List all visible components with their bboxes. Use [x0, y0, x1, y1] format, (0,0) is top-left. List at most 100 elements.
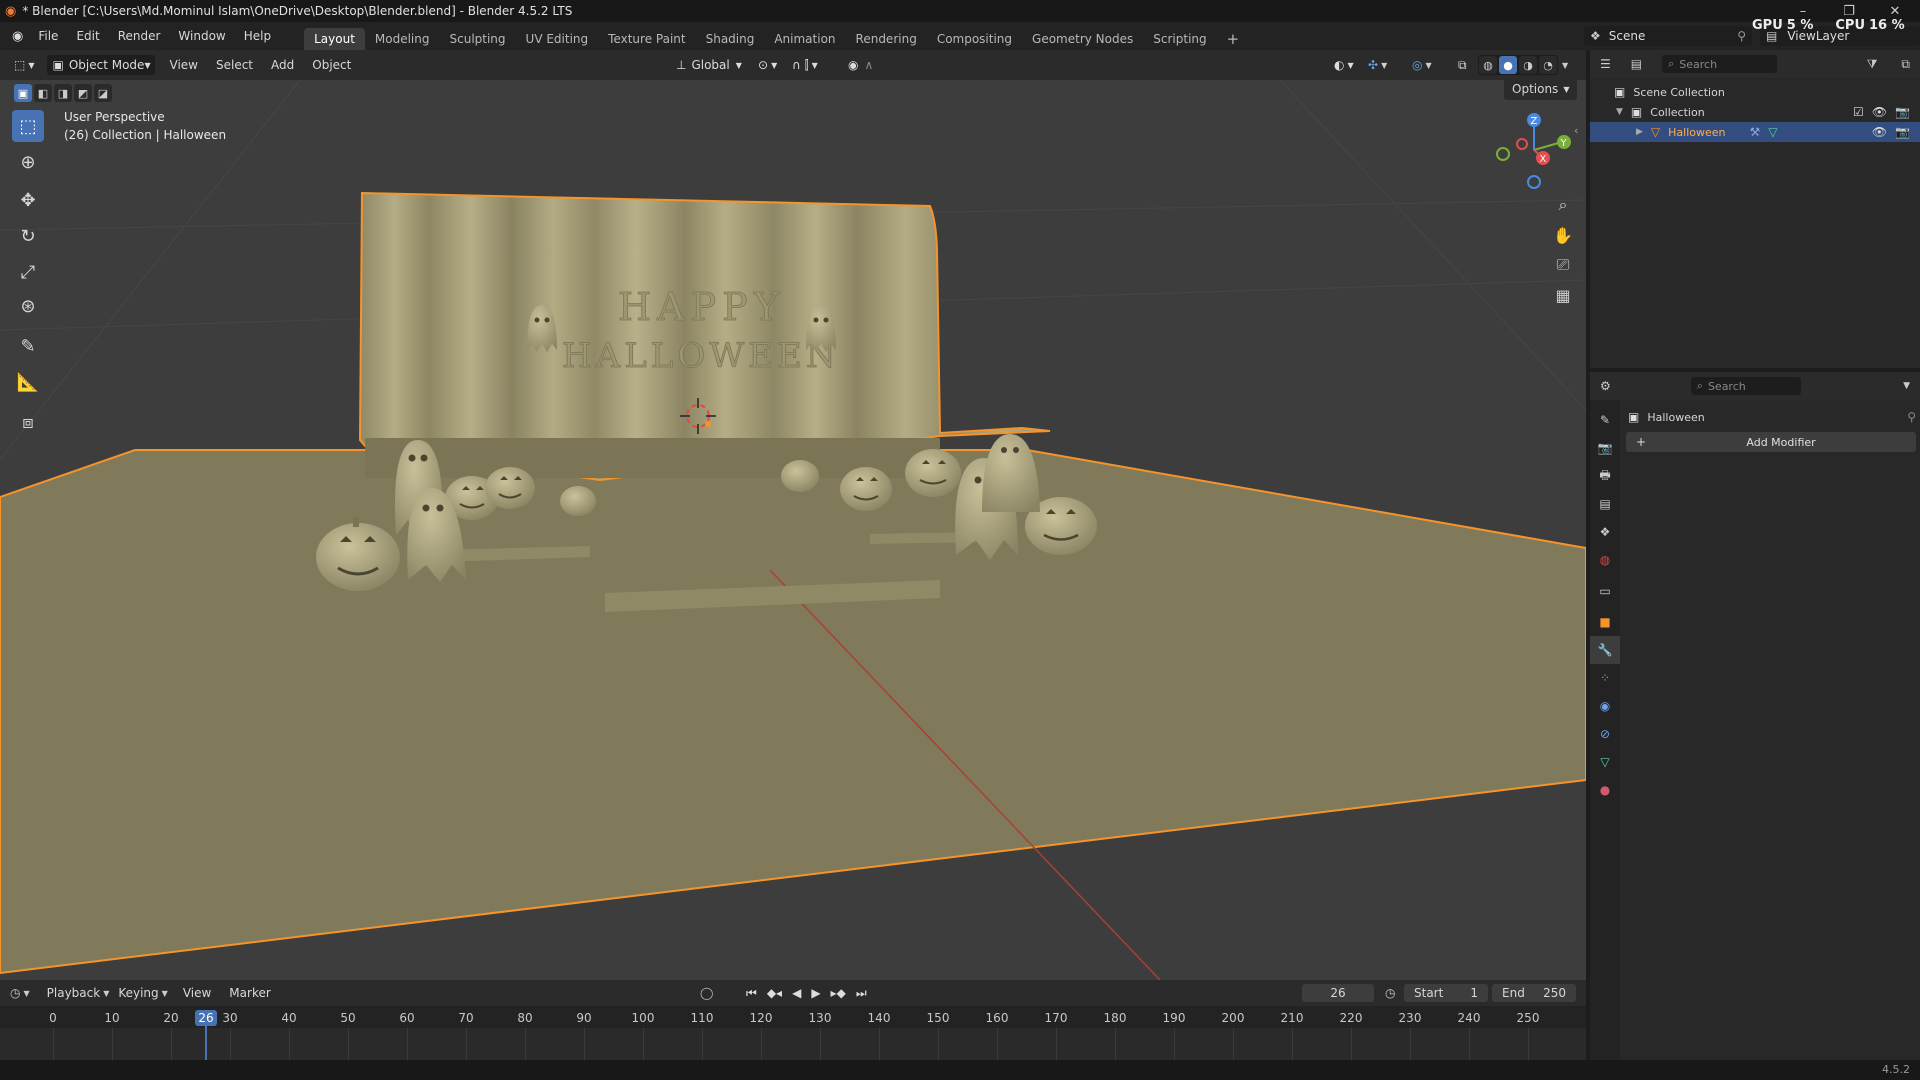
options-button[interactable]: Options ▼ — [1504, 80, 1578, 100]
gizmo-toggle-button[interactable]: ✣ ▼ — [1362, 55, 1394, 75]
select-invert-icon[interactable]: ◩ — [74, 84, 92, 102]
menu-help[interactable]: Help — [235, 22, 280, 50]
tab-texture-paint[interactable]: Texture Paint — [598, 28, 695, 50]
filter-icon[interactable]: ⧩ — [1867, 57, 1878, 72]
timeline-menu-marker[interactable]: Marker — [220, 979, 279, 1007]
checkbox-icon[interactable]: ☑ — [1853, 105, 1864, 119]
eye-icon[interactable]: 👁 — [1872, 105, 1887, 119]
zoom-icon[interactable]: ⌕ — [1550, 192, 1576, 218]
gizmo-neg-y-icon[interactable] — [1496, 147, 1510, 161]
camera-icon[interactable]: 📷 — [1895, 105, 1910, 119]
jump-start-icon[interactable]: ⏮ — [746, 986, 757, 1001]
select-intersect-icon[interactable]: ◪ — [94, 84, 112, 102]
output-tab-icon[interactable]: 🖶 — [1590, 462, 1620, 490]
outliner-editor-icon[interactable]: ☰ — [1600, 57, 1611, 71]
world-tab-icon[interactable]: ◍ — [1590, 546, 1620, 574]
transform-tool-icon[interactable]: ⊛ — [12, 290, 44, 322]
chevron-down-icon[interactable]: ▼ — [1562, 61, 1568, 70]
tab-rendering[interactable]: Rendering — [846, 28, 927, 50]
scene-selector[interactable]: ❖ Scene ⚲ — [1584, 26, 1752, 46]
tab-sculpting[interactable]: Sculpting — [440, 28, 516, 50]
select-extend-icon[interactable]: ◧ — [34, 84, 52, 102]
xray-button[interactable]: ⧉ — [1452, 55, 1473, 75]
menu-window[interactable]: Window — [169, 22, 234, 50]
start-frame-field[interactable]: Start 1 — [1404, 984, 1488, 1002]
rendered-shading-icon[interactable]: ◔ — [1539, 56, 1557, 74]
tab-scripting[interactable]: Scripting — [1143, 28, 1216, 50]
mode-dropdown[interactable]: ▣ Object Mode ▼ — [46, 55, 155, 75]
gizmo-neg-x-icon[interactable] — [1516, 138, 1528, 150]
timeline-ruler[interactable]: 0 10 20 30 40 50 60 70 80 90 100 110 120 130 140 150 160… — [0, 1006, 1586, 1060]
timeline-menu-keying[interactable]: Keying — [109, 979, 167, 1007]
select-box-tool-icon[interactable]: ⬚ — [12, 110, 44, 142]
tab-modeling[interactable]: Modeling — [365, 28, 440, 50]
jump-end-icon[interactable]: ⏭ — [856, 986, 867, 1001]
chevron-down-icon[interactable]: ▼ — [1903, 381, 1910, 391]
add-workspace-button[interactable]: + — [1217, 28, 1250, 50]
playhead-frame-label[interactable]: 26 — [195, 1010, 217, 1026]
physics-tab-icon[interactable]: ◉ — [1590, 692, 1620, 720]
select-new-icon[interactable]: ▣ — [14, 84, 32, 102]
particles-tab-icon[interactable]: ⁘ — [1590, 664, 1620, 692]
3d-viewport[interactable]: HAPPY HALLOWEEN ▣ ◧ ◨ ◩ ◪ ⬚ ⊕ ✥ ↻ ⤢ ⊛ ✎ … — [0, 80, 1586, 980]
current-frame-field[interactable]: 26 — [1302, 984, 1374, 1002]
play-reverse-icon[interactable]: ◀ — [792, 986, 801, 1001]
add-modifier-button[interactable]: + Add Modifier — [1626, 432, 1916, 452]
jump-keyframe-back-icon[interactable]: ◆◂ — [767, 986, 782, 1001]
wireframe-shading-icon[interactable]: ◍ — [1479, 56, 1497, 74]
gizmo-neg-z-icon[interactable] — [1527, 175, 1541, 189]
camera-view-icon[interactable]: ⎚ — [1550, 252, 1576, 278]
cursor-tool-icon[interactable]: ⊕ — [12, 146, 44, 178]
pin-icon[interactable]: ⚲ — [1907, 410, 1916, 424]
outliner-search-input[interactable]: ⌕ Search — [1662, 55, 1778, 73]
scene-tab-icon[interactable]: ❖ — [1590, 518, 1620, 546]
render-tab-icon[interactable]: 📷 — [1590, 434, 1620, 462]
clock-icon[interactable]: ◷ — [1385, 986, 1395, 1000]
end-frame-field[interactable]: End 250 — [1492, 984, 1576, 1002]
menu-edit[interactable]: Edit — [67, 22, 108, 50]
add-cube-tool-icon[interactable]: ⧈ — [12, 406, 44, 438]
menu-file[interactable]: File — [29, 22, 67, 50]
new-collection-icon[interactable]: ⧉ — [1901, 57, 1910, 72]
properties-search-input[interactable]: ⌕ Search — [1690, 377, 1801, 395]
outliner-row-collection[interactable]: ▼ ▣ Collection ☑ 👁 📷 — [1590, 102, 1920, 122]
annotate-tool-icon[interactable]: ✎ — [12, 330, 44, 362]
navigation-gizmo[interactable]: Z Y X — [1486, 106, 1576, 196]
tab-shading[interactable]: Shading — [696, 28, 765, 50]
timeline-editor-icon[interactable]: ◷ — [10, 986, 20, 1000]
modifier-tab-icon[interactable]: 🔧 — [1590, 636, 1620, 664]
data-tab-icon[interactable]: ▽ — [1590, 748, 1620, 776]
orientation-dropdown[interactable]: ⊥ Global ▼ — [670, 55, 748, 75]
display-mode-icon[interactable]: ▤ — [1631, 57, 1642, 71]
expand-arrow-icon[interactable]: ▼ — [1616, 107, 1623, 117]
timeline-menu-view[interactable]: View — [174, 979, 220, 1007]
move-tool-icon[interactable]: ✥ — [12, 184, 44, 216]
view-layer-tab-icon[interactable]: ▤ — [1590, 490, 1620, 518]
outliner-row-halloween[interactable]: ▶ ▽ Halloween ⚒ ▽ 👁 📷 — [1590, 122, 1920, 142]
expand-arrow-icon[interactable]: ▶ — [1636, 127, 1643, 137]
scale-tool-icon[interactable]: ⤢ — [12, 256, 44, 288]
pin-icon[interactable]: ⚲ — [1737, 29, 1746, 43]
properties-editor-icon[interactable]: ⚙ — [1600, 379, 1611, 393]
material-tab-icon[interactable]: ● — [1590, 776, 1620, 804]
constraints-tab-icon[interactable]: ⊘ — [1590, 720, 1620, 748]
measure-tool-icon[interactable]: 📐 — [12, 366, 44, 398]
camera-icon[interactable]: 📷 — [1895, 125, 1910, 139]
editor-type-button[interactable]: ⬚ ▼ — [8, 55, 41, 75]
perspective-toggle-icon[interactable]: ▦ — [1550, 282, 1576, 308]
autokey-record-icon[interactable]: ◯ — [700, 986, 713, 1000]
viewport-menu-add[interactable]: Add — [262, 51, 303, 79]
tab-compositing[interactable]: Compositing — [927, 28, 1022, 50]
menu-render[interactable]: Render — [109, 22, 170, 50]
viewport-menu-select[interactable]: Select — [207, 51, 262, 79]
jump-keyframe-forward-icon[interactable]: ▸◆ — [831, 986, 846, 1001]
tab-layout[interactable]: Layout — [304, 28, 365, 50]
play-icon[interactable]: ▶ — [811, 986, 820, 1001]
blender-menu-icon[interactable]: ◉ — [12, 29, 23, 44]
outliner-row-scene-collection[interactable]: ▣ Scene Collection — [1590, 82, 1920, 102]
collection-tab-icon[interactable]: ▭ — [1590, 574, 1620, 608]
rotate-tool-icon[interactable]: ↻ — [12, 220, 44, 252]
select-subtract-icon[interactable]: ◨ — [54, 84, 72, 102]
viewport-menu-object[interactable]: Object — [303, 51, 360, 79]
pivot-point-button[interactable]: ⊙ ▼ — [752, 55, 784, 75]
